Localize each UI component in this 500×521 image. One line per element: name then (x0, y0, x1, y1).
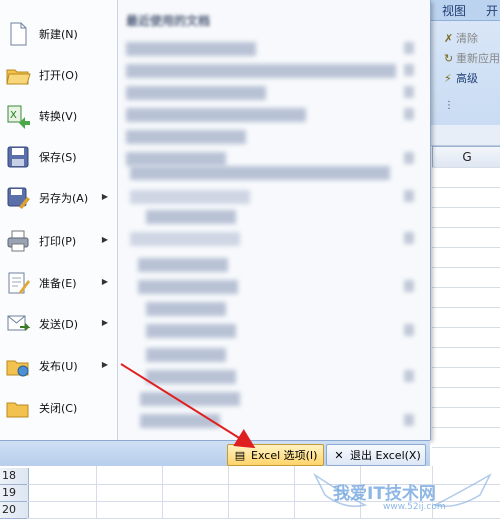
recent-document-entry[interactable] (138, 280, 238, 294)
pin-icon[interactable] (404, 324, 414, 336)
pin-icon[interactable] (404, 190, 414, 202)
recent-document-entry[interactable] (126, 152, 226, 166)
recent-document-entry[interactable] (146, 370, 236, 384)
menu-item-prepare[interactable]: 准备(E) ▶ (0, 263, 117, 303)
clear-filter-icon: ✗ (444, 32, 454, 45)
menu-item-save[interactable]: 保存(S) (0, 137, 117, 177)
formula-bar-fragment (430, 125, 500, 146)
submenu-arrow-icon: ▶ (101, 318, 108, 327)
recent-document-entry[interactable] (140, 392, 240, 406)
recent-document-entry[interactable] (126, 42, 256, 56)
row-header[interactable]: 20 (0, 502, 29, 519)
tab-developer[interactable]: 开 (486, 2, 498, 19)
menu-item-send[interactable]: 发送(D) ▶ (0, 304, 117, 344)
pin-icon[interactable] (404, 370, 414, 382)
printer-icon (5, 228, 31, 254)
recent-document-entry[interactable] (126, 130, 246, 144)
recent-document-entry[interactable] (126, 64, 396, 78)
submenu-arrow-icon: ▶ (101, 277, 108, 286)
pin-icon[interactable] (404, 86, 414, 98)
submenu-arrow-icon: ▶ (101, 360, 108, 369)
recent-document-entry[interactable] (130, 232, 240, 246)
group-dialog-launcher[interactable]: ⋮ (444, 100, 454, 111)
menu-item-publish[interactable]: 发布(U) ▶ (0, 346, 117, 386)
excel-options-button[interactable]: ▤ Excel 选项(I) (227, 444, 324, 466)
exit-excel-button[interactable]: ✕ 退出 Excel(X) (326, 444, 426, 466)
recent-document-entry[interactable] (130, 190, 250, 204)
send-icon (5, 311, 31, 337)
watermark: 我爱IT技术网 www.52ij.com (305, 465, 500, 518)
clear-filter-button[interactable]: ✗ 清除 (444, 30, 478, 46)
column-gridline (228, 466, 229, 518)
reapply-filter-button[interactable]: ↻ 重新应用 (444, 50, 500, 66)
publish-icon (5, 353, 31, 379)
recent-document-entry[interactable] (146, 210, 236, 224)
submenu-arrow-icon: ▶ (101, 235, 108, 244)
recent-document-entry[interactable] (140, 414, 220, 428)
column-gridline (96, 466, 97, 518)
save-as-icon (5, 185, 31, 211)
pin-icon[interactable] (404, 232, 414, 244)
watermark-text: 我爱IT技术网 (333, 484, 436, 504)
tab-view[interactable]: 视图 (442, 2, 466, 19)
convert-icon: X (5, 103, 31, 129)
new-document-icon (5, 21, 31, 47)
watermark-url: www.52ij.com (383, 502, 446, 512)
menu-item-save-as[interactable]: 另存为(A) ▶ (0, 178, 117, 218)
recent-document-entry[interactable] (130, 166, 390, 180)
open-folder-icon (5, 62, 31, 88)
advanced-filter-button[interactable]: ⚡ 高级 (444, 70, 478, 86)
pin-icon[interactable] (404, 280, 414, 292)
pin-icon[interactable] (404, 152, 414, 164)
column-gridline (162, 466, 163, 518)
prepare-icon (5, 270, 31, 296)
close-folder-icon (5, 395, 31, 421)
options-icon: ▤ (234, 448, 246, 462)
pin-icon[interactable] (404, 414, 414, 426)
column-header-g[interactable]: G (432, 146, 500, 168)
row-header[interactable]: 19 (0, 485, 29, 502)
recent-documents-title: 最近使用的文档 (126, 14, 211, 28)
menu-item-close[interactable]: 关闭(C) (0, 388, 117, 428)
pin-icon[interactable] (404, 108, 414, 120)
pin-icon[interactable] (404, 42, 414, 54)
save-disk-icon (5, 144, 31, 170)
recent-document-entry[interactable] (126, 86, 266, 100)
menu-item-convert[interactable]: X 转换(V) (0, 96, 117, 136)
ribbon-tab-strip: 视图 开 (430, 0, 500, 21)
advanced-filter-icon: ⚡ (444, 72, 452, 85)
recent-document-entry[interactable] (138, 258, 228, 272)
recent-document-entry[interactable] (146, 324, 236, 338)
close-icon: ✕ (334, 448, 344, 462)
row-header[interactable]: 18 (0, 468, 29, 485)
column-gridline (294, 466, 295, 518)
pin-icon[interactable] (404, 64, 414, 76)
menu-item-print[interactable]: 打印(P) ▶ (0, 221, 117, 261)
recent-document-entry[interactable] (126, 108, 306, 122)
svg-text:X: X (10, 110, 17, 121)
recent-document-entry[interactable] (146, 302, 226, 316)
recent-document-entry[interactable] (146, 348, 226, 362)
reapply-icon: ↻ (444, 52, 454, 65)
sheet-grid-right[interactable] (432, 167, 500, 467)
submenu-arrow-icon: ▶ (101, 192, 108, 201)
menu-item-open[interactable]: 打开(O) (0, 55, 117, 95)
menu-item-new[interactable]: 新建(N) (0, 14, 117, 54)
